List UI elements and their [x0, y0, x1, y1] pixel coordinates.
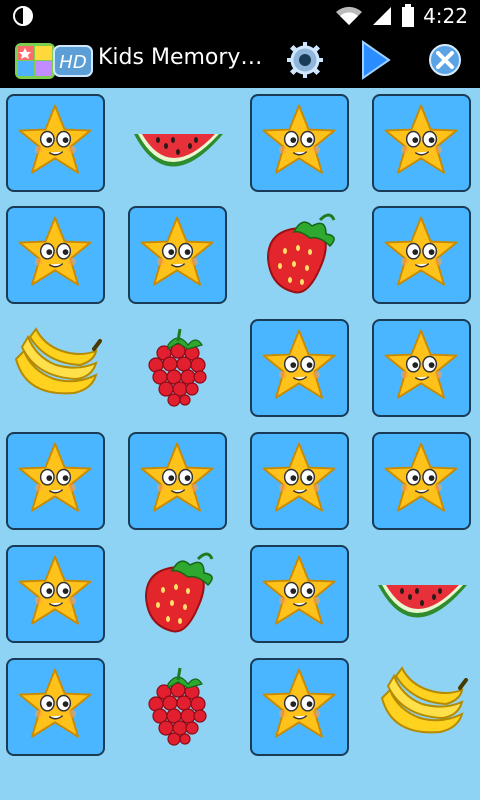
star-card-icon	[18, 216, 92, 286]
status-time: 4:22	[423, 4, 468, 28]
card-hidden[interactable]	[250, 432, 349, 530]
signal-icon	[373, 7, 392, 25]
card-banana[interactable]	[372, 658, 471, 756]
card-hidden[interactable]	[250, 319, 349, 417]
hd-badge: HD	[59, 52, 86, 73]
strawberry-icon	[144, 552, 214, 633]
card-hidden[interactable]	[372, 432, 471, 530]
card-strawberry[interactable]	[250, 206, 349, 304]
status-right: 4:22	[335, 0, 468, 32]
brightness-icon	[13, 6, 33, 26]
battery-icon	[402, 4, 415, 27]
app-icon[interactable]: HD	[14, 42, 94, 80]
close-icon	[429, 44, 461, 76]
play-button[interactable]	[353, 38, 397, 82]
card-hidden[interactable]	[372, 94, 471, 192]
card-watermelon[interactable]	[128, 94, 227, 192]
card-strawberry[interactable]	[128, 545, 227, 643]
banana-icon	[380, 666, 468, 734]
star-card-icon	[384, 329, 458, 399]
star-card-icon	[140, 442, 214, 512]
star-card-icon	[384, 104, 458, 174]
card-hidden[interactable]	[128, 432, 227, 530]
card-hidden[interactable]	[372, 206, 471, 304]
banana-icon	[14, 327, 102, 395]
card-hidden[interactable]	[128, 206, 227, 304]
card-hidden[interactable]	[250, 658, 349, 756]
card-hidden[interactable]	[6, 432, 105, 530]
star-card-icon	[262, 329, 336, 399]
card-hidden[interactable]	[6, 94, 105, 192]
raspberry-icon	[148, 328, 207, 407]
star-card-icon	[140, 216, 214, 286]
action-bar: HD Kids Memory…	[0, 32, 480, 88]
strawberry-icon	[266, 213, 336, 294]
play-icon	[362, 40, 391, 80]
card-raspberry[interactable]	[128, 658, 227, 756]
card-hidden[interactable]	[6, 206, 105, 304]
star-card-icon	[262, 555, 336, 625]
card-hidden[interactable]	[372, 319, 471, 417]
star-card-icon	[18, 555, 92, 625]
star-card-icon	[384, 216, 458, 286]
card-hidden[interactable]	[6, 658, 105, 756]
card-watermelon[interactable]	[372, 545, 471, 643]
watermelon-icon	[378, 585, 467, 618]
card-hidden[interactable]	[250, 94, 349, 192]
star-card-icon	[262, 104, 336, 174]
card-hidden[interactable]	[250, 545, 349, 643]
settings-icon	[287, 42, 323, 78]
wifi-icon	[336, 6, 363, 26]
star-card-icon	[384, 442, 458, 512]
close-button[interactable]	[423, 38, 467, 82]
card-raspberry[interactable]	[128, 319, 227, 417]
card-hidden[interactable]	[6, 545, 105, 643]
star-card-icon	[18, 668, 92, 738]
watermelon-icon	[134, 134, 223, 167]
star-card-icon	[262, 668, 336, 738]
star-card-icon	[18, 104, 92, 174]
settings-button[interactable]	[283, 38, 327, 82]
status-bar: 4:22	[0, 0, 480, 32]
star-card-icon	[262, 442, 336, 512]
card-banana[interactable]	[6, 319, 105, 417]
raspberry-icon	[148, 667, 207, 746]
app-title: Kids Memory…	[98, 45, 263, 70]
game-board	[0, 88, 480, 800]
star-card-icon	[18, 442, 92, 512]
